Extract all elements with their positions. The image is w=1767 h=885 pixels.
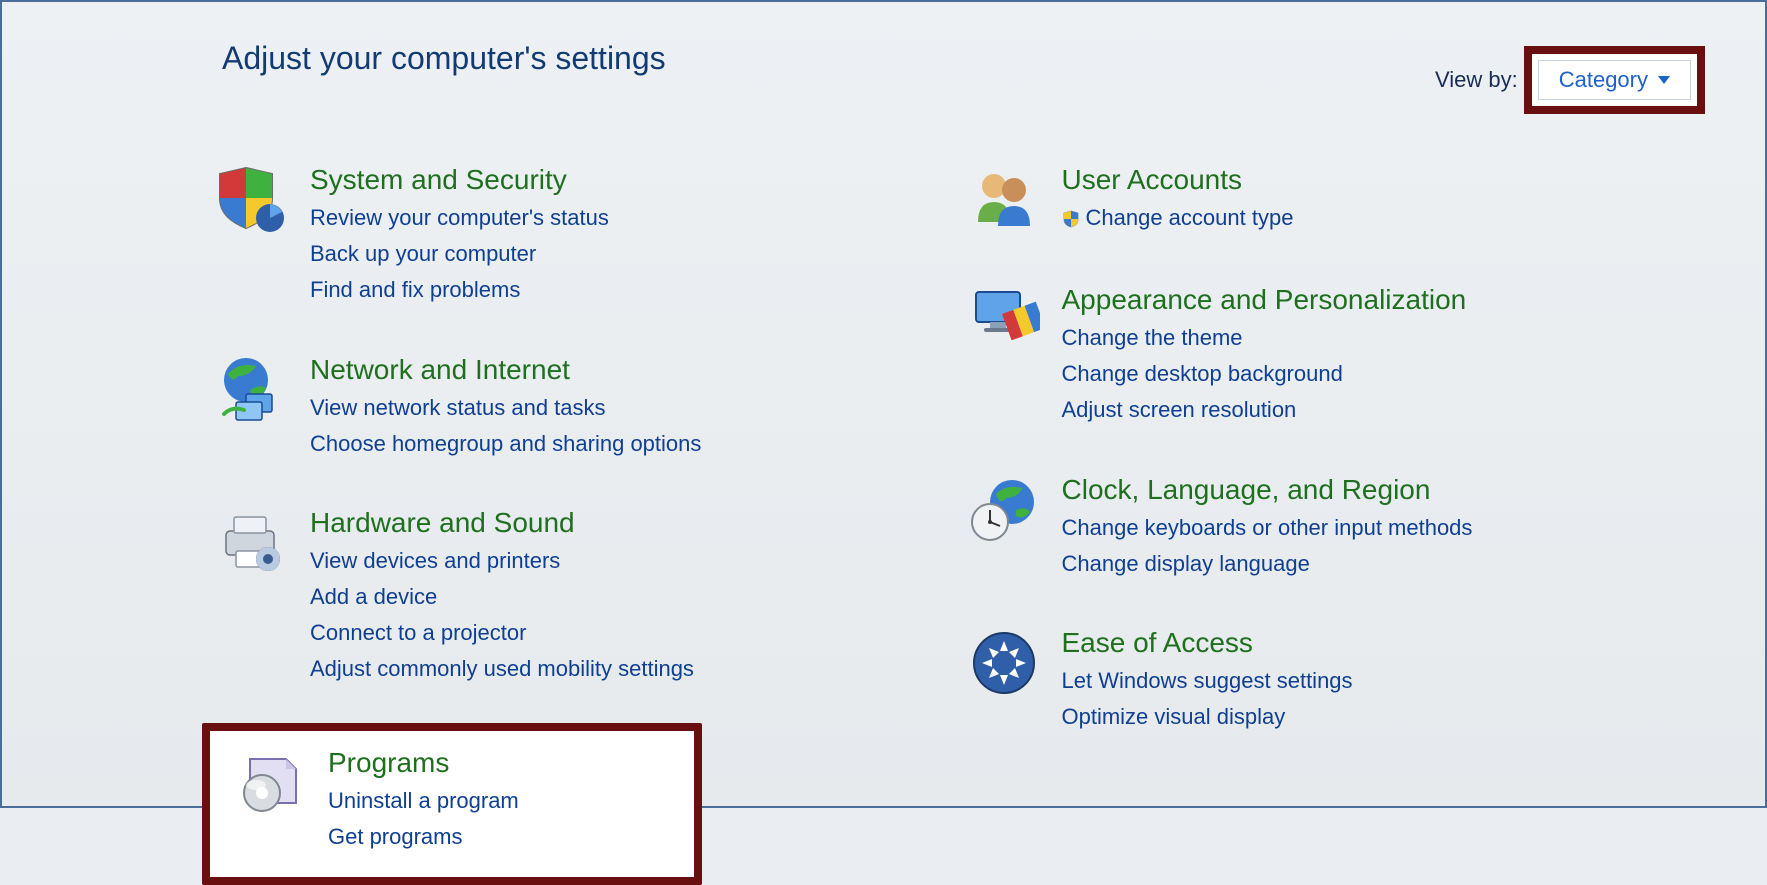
printer-icon	[216, 507, 288, 579]
category-link-text: Change account type	[1086, 205, 1294, 230]
category-hardware-sound: Hardware and Sound View devices and prin…	[202, 497, 914, 699]
shield-icon	[216, 164, 288, 236]
category-network-internet: Network and Internet View network status…	[202, 344, 914, 474]
category-appearance-personalization: Appearance and Personalization Change th…	[954, 274, 1666, 440]
column-right: User Accounts Chan	[954, 154, 1666, 885]
category-link[interactable]: Find and fix problems	[310, 274, 900, 306]
clock-globe-icon	[968, 474, 1040, 546]
category-link[interactable]: Uninstall a program	[328, 785, 634, 817]
view-by-dropdown[interactable]: Category	[1538, 60, 1691, 100]
column-left: System and Security Review your computer…	[202, 154, 914, 885]
category-link[interactable]: Change desktop background	[1062, 358, 1652, 390]
view-by: View by: Category	[1435, 46, 1705, 114]
category-link[interactable]: Add a device	[310, 581, 900, 613]
page-title: Adjust your computer's settings	[222, 40, 666, 77]
ease-of-access-icon	[968, 627, 1040, 699]
view-by-value: Category	[1559, 67, 1648, 93]
category-title[interactable]: User Accounts	[1062, 164, 1243, 196]
view-by-label: View by:	[1435, 67, 1518, 93]
category-ease-of-access: Ease of Access Let Windows suggest setti…	[954, 617, 1666, 747]
category-title[interactable]: Hardware and Sound	[310, 507, 575, 539]
users-icon	[968, 164, 1040, 236]
chevron-down-icon	[1658, 76, 1670, 84]
category-link[interactable]: Choose homegroup and sharing options	[310, 428, 900, 460]
category-title[interactable]: Clock, Language, and Region	[1062, 474, 1431, 506]
category-link[interactable]: View devices and printers	[310, 545, 900, 577]
view-by-highlight: Category	[1524, 46, 1705, 114]
category-link[interactable]: Connect to a projector	[310, 617, 900, 649]
category-link[interactable]: Change account type	[1062, 202, 1652, 234]
category-programs: Programs Uninstall a program Get program…	[202, 723, 702, 885]
category-clock-language-region: Clock, Language, and Region Change keybo…	[954, 464, 1666, 594]
category-link[interactable]: Change display language	[1062, 548, 1652, 580]
category-link[interactable]: Review your computer's status	[310, 202, 900, 234]
category-title[interactable]: Appearance and Personalization	[1062, 284, 1467, 316]
category-link[interactable]: Change keyboards or other input methods	[1062, 512, 1652, 544]
categories-columns: System and Security Review your computer…	[202, 154, 1665, 885]
globe-network-icon	[216, 354, 288, 426]
category-title[interactable]: System and Security	[310, 164, 567, 196]
category-link[interactable]: Change the theme	[1062, 322, 1652, 354]
programs-icon	[234, 747, 306, 819]
category-link[interactable]: Let Windows suggest settings	[1062, 665, 1652, 697]
control-panel-window: Adjust your computer's settings View by:…	[0, 0, 1767, 808]
category-title[interactable]: Network and Internet	[310, 354, 570, 386]
category-link[interactable]: View network status and tasks	[310, 392, 900, 424]
category-link[interactable]: Back up your computer	[310, 238, 900, 270]
category-link[interactable]: Optimize visual display	[1062, 701, 1652, 733]
category-link[interactable]: Adjust commonly used mobility settings	[310, 653, 900, 685]
category-title[interactable]: Programs	[328, 747, 449, 779]
uac-shield-icon	[1062, 210, 1080, 228]
category-system-security: System and Security Review your computer…	[202, 154, 914, 320]
header-row: Adjust your computer's settings View by:…	[222, 40, 1705, 114]
monitor-swatch-icon	[968, 284, 1040, 356]
category-link[interactable]: Adjust screen resolution	[1062, 394, 1652, 426]
category-user-accounts: User Accounts Chan	[954, 154, 1666, 250]
category-title[interactable]: Ease of Access	[1062, 627, 1253, 659]
category-link[interactable]: Get programs	[328, 821, 634, 853]
